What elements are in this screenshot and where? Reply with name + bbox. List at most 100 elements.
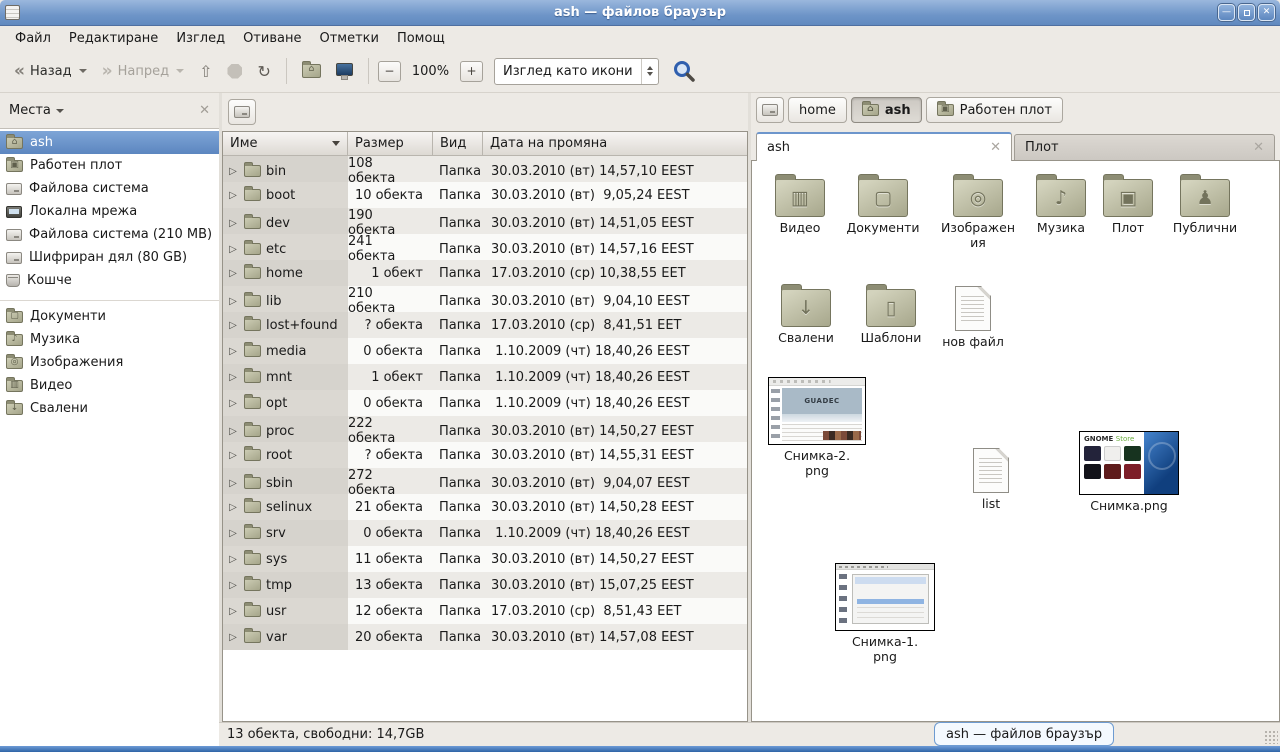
icon-item-music[interactable]: ♪Музика: [1026, 171, 1096, 235]
expander-icon[interactable]: ▷: [227, 502, 239, 513]
expander-icon[interactable]: ▷: [227, 190, 239, 201]
pathbar-desktop-button[interactable]: ▣ Работен плот: [926, 97, 1063, 123]
icon-item-downloads[interactable]: ↓Свалени: [768, 281, 844, 345]
chevron-down-icon[interactable]: [56, 109, 64, 113]
tab-close-icon[interactable]: ✕: [980, 140, 1001, 155]
root-location-button[interactable]: [228, 99, 256, 125]
expander-icon[interactable]: ▷: [227, 580, 239, 591]
table-row[interactable]: ▷media0 обектаПапка 1.10.2009 (чт) 18,40…: [223, 338, 747, 364]
expander-icon[interactable]: ▷: [227, 606, 239, 617]
view-mode-select[interactable]: Изглед като икони: [494, 58, 659, 85]
sidebar-item-encrypted-80gb[interactable]: Шифриран дял (80 GB): [0, 246, 219, 269]
expander-icon[interactable]: ▷: [227, 632, 239, 643]
expander-icon[interactable]: ▷: [227, 218, 239, 229]
icon-item-snimka-2[interactable]: GUADECСнимка-2.png: [764, 377, 870, 478]
expander-icon[interactable]: ▷: [227, 268, 239, 279]
table-row[interactable]: ▷selinux21 обектаПапка30.03.2010 (вт) 14…: [223, 494, 747, 520]
zoom-in-button[interactable]: +: [460, 61, 483, 82]
table-row[interactable]: ▷opt0 обектаПапка 1.10.2009 (чт) 18,40,2…: [223, 390, 747, 416]
title-bar[interactable]: ash — файлов браузър — ✕: [0, 0, 1280, 26]
expander-icon[interactable]: ▷: [227, 554, 239, 565]
expander-icon[interactable]: ▷: [227, 398, 239, 409]
sidebar-item-downloads[interactable]: ↓Свалени: [0, 397, 219, 420]
search-button[interactable]: [672, 59, 696, 83]
sidebar-item-pictures[interactable]: ◎Изображения: [0, 351, 219, 374]
icon-item-public[interactable]: ♟Публични: [1164, 171, 1246, 235]
sidebar-item-local-network[interactable]: Локална мрежа: [0, 200, 219, 223]
menu-go[interactable]: Отиване: [234, 28, 310, 49]
expander-icon[interactable]: ▷: [227, 346, 239, 357]
maximize-button[interactable]: [1238, 4, 1255, 21]
table-row[interactable]: ▷var20 обектаПапка30.03.2010 (вт) 14,57,…: [223, 624, 747, 650]
expander-icon[interactable]: ▷: [227, 426, 239, 437]
sidebar-item-filesystem[interactable]: Файлова система: [0, 177, 219, 200]
icon-item-pictures[interactable]: ◎Изображения: [932, 171, 1024, 250]
expander-icon[interactable]: ▷: [227, 166, 239, 177]
tab-plot[interactable]: Плот ✕: [1014, 134, 1275, 160]
close-button[interactable]: ✕: [1258, 4, 1275, 21]
resize-grip[interactable]: [1264, 730, 1278, 744]
pathbar-root-button[interactable]: [756, 97, 784, 123]
spinner-icon[interactable]: [641, 59, 658, 84]
icon-item-list[interactable]: list: [960, 443, 1022, 511]
sidebar-close-icon[interactable]: ✕: [199, 103, 210, 118]
back-button[interactable]: « Назад: [8, 58, 93, 85]
up-button[interactable]: ⇧: [193, 57, 218, 86]
column-header-type[interactable]: Вид: [433, 132, 483, 156]
menu-view[interactable]: Изглед: [167, 28, 234, 49]
minimize-button[interactable]: —: [1218, 4, 1235, 21]
expander-icon[interactable]: ▷: [227, 244, 239, 255]
sidebar-title[interactable]: Места: [9, 103, 51, 118]
table-row[interactable]: ▷etc241 обектаПапка30.03.2010 (вт) 14,57…: [223, 234, 747, 260]
expander-icon[interactable]: ▷: [227, 478, 239, 489]
back-dropdown-icon[interactable]: [79, 69, 87, 73]
tab-ash[interactable]: ash ✕: [756, 132, 1012, 161]
menu-help[interactable]: Помощ: [388, 28, 454, 49]
table-row[interactable]: ▷home1 обектПапка17.03.2010 (ср) 10,38,5…: [223, 260, 747, 286]
column-header-size[interactable]: Размер: [348, 132, 433, 156]
sidebar-item-documents[interactable]: ▢Документи: [0, 305, 219, 328]
table-row[interactable]: ▷tmp13 обектаПапка30.03.2010 (вт) 15,07,…: [223, 572, 747, 598]
forward-button[interactable]: » Напред: [96, 58, 190, 85]
sidebar-item-music[interactable]: ♪Музика: [0, 328, 219, 351]
menu-bookmarks[interactable]: Отметки: [310, 28, 387, 49]
table-row[interactable]: ▷bin108 обектаПапка30.03.2010 (вт) 14,57…: [223, 156, 747, 182]
sidebar-item-filesystem-210mb[interactable]: Файлова система (210 MB): [0, 223, 219, 246]
icon-item-desktop[interactable]: ▣Плот: [1098, 171, 1158, 235]
table-row[interactable]: ▷mnt1 обектПапка 1.10.2009 (чт) 18,40,26…: [223, 364, 747, 390]
menu-edit[interactable]: Редактиране: [60, 28, 167, 49]
table-row[interactable]: ▷root? обектаПапка30.03.2010 (вт) 14,55,…: [223, 442, 747, 468]
table-row[interactable]: ▷usr12 обектаПапка17.03.2010 (ср) 8,51,4…: [223, 598, 747, 624]
icon-item-snimka-1[interactable]: Снимка-1.png: [832, 563, 938, 664]
tab-close-icon[interactable]: ✕: [1243, 140, 1264, 155]
table-row[interactable]: ▷dev190 обектаПапка30.03.2010 (вт) 14,51…: [223, 208, 747, 234]
menu-file[interactable]: Файл: [6, 28, 60, 49]
icon-item-snimka[interactable]: GNOME StoreСнимка.png: [1074, 431, 1184, 513]
table-row[interactable]: ▷sys11 обектаПапка30.03.2010 (вт) 14,50,…: [223, 546, 747, 572]
pathbar-ash-button[interactable]: ⌂ ash: [851, 97, 922, 123]
column-header-date[interactable]: Дата на промяна: [483, 132, 747, 156]
expander-icon[interactable]: ▷: [227, 320, 239, 331]
sidebar-item-desktop[interactable]: ▣Работен плот: [0, 154, 219, 177]
column-header-name[interactable]: Име: [223, 132, 348, 156]
table-row[interactable]: ▷sbin272 обектаПапка30.03.2010 (вт) 9,04…: [223, 468, 747, 494]
sidebar-item-video[interactable]: ▥Видео: [0, 374, 219, 397]
icon-item-templates[interactable]: ▯Шаблони: [850, 281, 932, 345]
reload-button[interactable]: ↻: [251, 57, 276, 86]
expander-icon[interactable]: ▷: [227, 372, 239, 383]
table-row[interactable]: ▷proc222 обектаПапка30.03.2010 (вт) 14,5…: [223, 416, 747, 442]
expander-icon[interactable]: ▷: [227, 450, 239, 461]
icon-item-video[interactable]: ▥Видео: [764, 171, 836, 235]
sidebar-item-ash[interactable]: ⌂ash: [0, 131, 219, 154]
icon-item-documents[interactable]: ▢Документи: [840, 171, 926, 235]
stop-button[interactable]: [221, 59, 248, 84]
sidebar-item-trash[interactable]: Кошче: [0, 269, 219, 292]
table-row[interactable]: ▷srv0 обектаПапка 1.10.2009 (чт) 18,40,2…: [223, 520, 747, 546]
table-row[interactable]: ▷lost+found? обектаПапка17.03.2010 (ср) …: [223, 312, 747, 338]
icon-item-new-file[interactable]: нов файл: [936, 281, 1010, 349]
expander-icon[interactable]: ▷: [227, 296, 239, 307]
zoom-out-button[interactable]: −: [378, 61, 401, 82]
expander-icon[interactable]: ▷: [227, 528, 239, 539]
home-button[interactable]: ⌂: [296, 59, 327, 83]
table-row[interactable]: ▷boot10 обектаПапка30.03.2010 (вт) 9,05,…: [223, 182, 747, 208]
